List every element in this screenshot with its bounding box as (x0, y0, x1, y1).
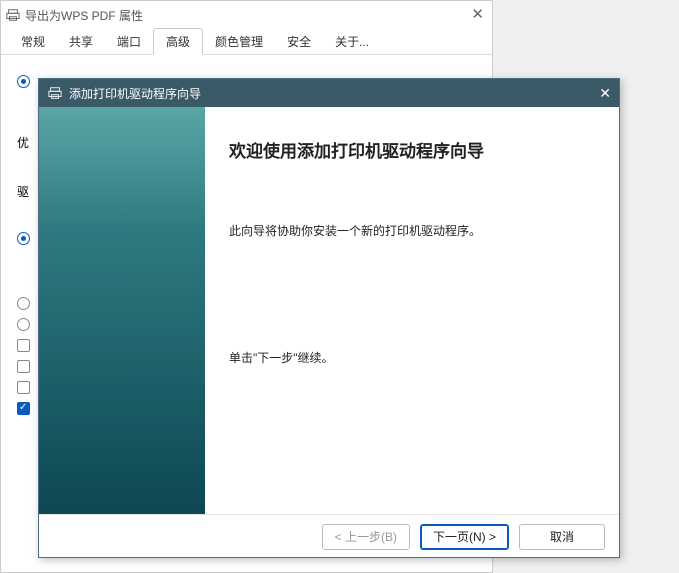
wizard-footer: < 上一步(B) 下一页(N) > 取消 (39, 514, 619, 558)
radio-option[interactable] (17, 318, 30, 331)
next-button[interactable]: 下一页(N) > (420, 524, 509, 550)
printer-icon (5, 7, 21, 23)
checkbox[interactable] (17, 339, 30, 352)
checkbox-checked[interactable] (17, 402, 30, 415)
back-button: < 上一步(B) (322, 524, 410, 550)
close-icon[interactable]: ✕ (471, 5, 484, 23)
tab-sharing[interactable]: 共享 (57, 29, 105, 54)
wizard-description: 此向导将协助你安装一个新的打印机驱动程序。 (229, 222, 589, 239)
wizard-sidebar-graphic (39, 107, 205, 514)
checkbox[interactable] (17, 360, 30, 373)
radio-option[interactable] (17, 297, 30, 310)
properties-titlebar: 导出为WPS PDF 属性 ✕ (1, 1, 492, 29)
wizard-titlebar: 添加打印机驱动程序向导 ✕ (39, 79, 619, 107)
wizard-instruction: 单击"下一步"继续。 (229, 349, 589, 366)
properties-tabs: 常规 共享 端口 高级 颜色管理 安全 关于... (1, 29, 492, 55)
wizard-body: 欢迎使用添加打印机驱动程序向导 此向导将协助你安装一个新的打印机驱动程序。 单击… (39, 107, 619, 514)
tab-color[interactable]: 颜色管理 (203, 29, 275, 54)
printer-icon (47, 85, 63, 101)
close-icon[interactable]: ✕ (599, 85, 611, 102)
label-opt: 优 (17, 134, 29, 151)
properties-title: 导出为WPS PDF 属性 (25, 7, 143, 24)
wizard-content: 欢迎使用添加打印机驱动程序向导 此向导将协助你安装一个新的打印机驱动程序。 单击… (205, 107, 619, 514)
add-driver-wizard: 添加打印机驱动程序向导 ✕ 欢迎使用添加打印机驱动程序向导 此向导将协助你安装一… (38, 78, 620, 558)
radio-option[interactable] (17, 232, 30, 245)
checkbox[interactable] (17, 381, 30, 394)
radio-option[interactable] (17, 75, 30, 88)
tab-security[interactable]: 安全 (275, 29, 323, 54)
wizard-heading: 欢迎使用添加打印机驱动程序向导 (229, 137, 589, 162)
tab-advanced[interactable]: 高级 (153, 28, 203, 55)
wizard-title: 添加打印机驱动程序向导 (69, 85, 201, 102)
tab-about[interactable]: 关于... (323, 29, 381, 54)
tab-general[interactable]: 常规 (9, 29, 57, 54)
label-drv: 驱 (17, 183, 29, 200)
tab-ports[interactable]: 端口 (105, 29, 153, 54)
cancel-button[interactable]: 取消 (519, 524, 605, 550)
